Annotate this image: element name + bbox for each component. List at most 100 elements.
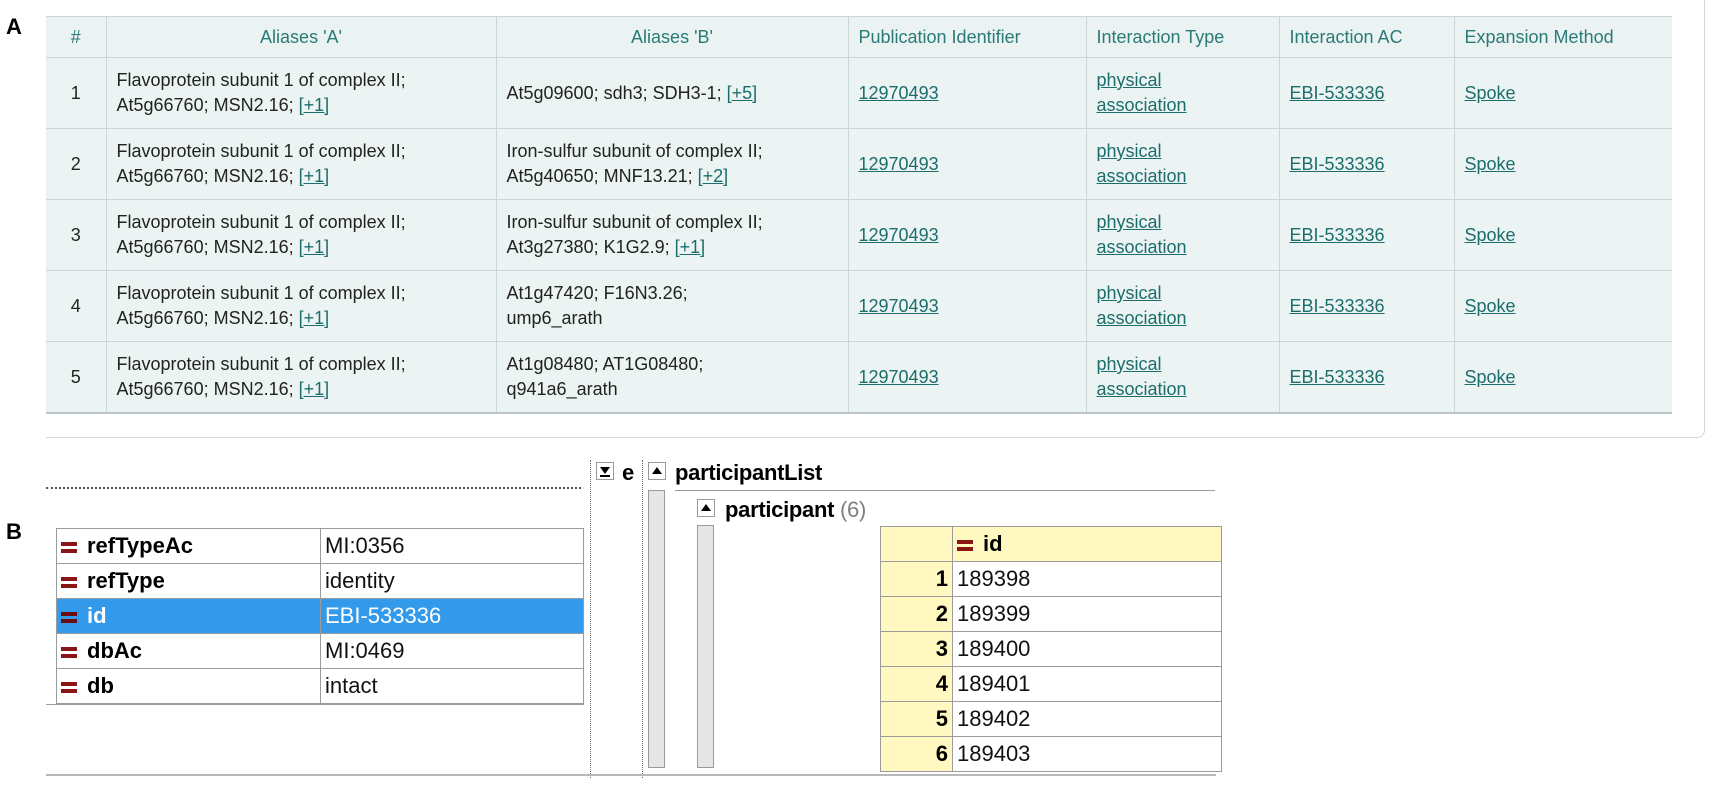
aliases-a-cell: Flavoprotein subunit 1 of complex II; At5… [106,270,497,342]
column-header-aliases-b[interactable]: Aliases 'B' [496,16,849,58]
attribute-key-cell[interactable]: dbAc [56,633,321,669]
attribute-value-cell[interactable]: EBI-533336 [320,598,584,634]
attribute-value-cell[interactable]: MI:0356 [320,528,584,564]
expansion-method-link[interactable]: Spoke [1465,154,1516,174]
participant-id-cell[interactable]: 189403 [952,736,1222,772]
column-header-interaction-ac[interactable]: Interaction AC [1279,16,1455,58]
attribute-key-cell[interactable]: id [56,598,321,634]
participant-row[interactable]: 2 189399 [880,596,1222,632]
collapsed-node-label: e [622,460,634,485]
participant-row[interactable]: 1 189398 [880,561,1222,597]
aliases-b-line2: At3g27380; K1G2.9; [506,237,670,257]
participant-id-cell[interactable]: 189402 [952,701,1222,737]
publication-identifier-link[interactable]: 12970493 [859,83,939,103]
attribute-row[interactable]: refTypeAc MI:0356 [56,528,584,564]
interaction-ac-link[interactable]: EBI-533336 [1290,296,1385,316]
aliases-a-more-link[interactable]: [+1] [299,379,330,399]
attribute-value-cell[interactable]: identity [320,563,584,599]
column-header-publication-identifier[interactable]: Publication Identifier [848,16,1087,58]
participant-list-label: participantList [675,460,823,485]
publication-identifier-link[interactable]: 12970493 [859,367,939,387]
interaction-type-link[interactable]: physical association [1097,354,1187,399]
aliases-a-more-link[interactable]: [+1] [299,308,330,328]
attribute-row[interactable]: id EBI-533336 [56,598,584,634]
attribute-key-cell[interactable]: db [56,668,321,704]
interaction-ac-link[interactable]: EBI-533336 [1290,83,1385,103]
expand-toggle-icon[interactable] [648,462,666,480]
aliases-a-line1: Flavoprotein subunit 1 of complex II; [116,141,406,161]
participant-scroll-bar[interactable] [697,525,714,768]
publication-identifier-link[interactable]: 12970493 [859,296,939,316]
id-column-header[interactable]: id [952,526,1222,562]
attribute-icon [61,646,77,658]
publication-identifier-link[interactable]: 12970493 [859,154,939,174]
participant-id-table: id 1 189398 2 189399 3 189400 4 189401 5 189402 6 1… [880,526,1222,772]
participant-list-scroll-bar[interactable] [648,490,665,768]
participant-id-cell[interactable]: 189401 [952,666,1222,702]
aliases-a-cell: Flavoprotein subunit 1 of complex II; At5… [106,341,497,414]
interaction-type-link[interactable]: physical association [1097,141,1187,186]
attribute-key-cell[interactable]: refType [56,563,321,599]
participant-row[interactable]: 6 189403 [880,736,1222,772]
participant-row[interactable]: 3 189400 [880,631,1222,667]
participant-expand-icon[interactable] [697,499,715,517]
interaction-type-line2: association [1096,237,1187,257]
attribute-icon [61,541,77,553]
interaction-type-link[interactable]: physical association [1097,212,1187,257]
attribute-key-cell[interactable]: refTypeAc [56,528,321,564]
aliases-b-more-link[interactable]: [+2] [698,166,729,186]
aliases-b-more-link[interactable]: [+1] [675,237,706,257]
participant-row-index: 1 [880,561,953,597]
aliases-a-line2: At5g66760; MSN2.16; [116,237,294,257]
publication-identifier-link[interactable]: 12970493 [859,225,939,245]
aliases-b-line2: At5g40650; MNF13.21; [506,166,693,186]
participant-row-index: 6 [880,736,953,772]
attribute-value: EBI-533336 [325,603,442,628]
aliases-b-cell: At1g47420; F16N3.26; ump6_arath [496,270,849,342]
tree-guide-line [642,460,643,778]
interaction-ac-link[interactable]: EBI-533336 [1290,367,1385,387]
aliases-b-more-link[interactable]: [+5] [727,83,758,103]
column-header-interaction-type[interactable]: Interaction Type [1086,16,1280,58]
expansion-method-cell: Spoke [1454,128,1672,200]
interaction-ac-link[interactable]: EBI-533336 [1290,225,1385,245]
aliases-a-line1: Flavoprotein subunit 1 of complex II; [116,70,406,90]
participant-id-cell[interactable]: 189398 [952,561,1222,597]
aliases-a-more-link[interactable]: [+1] [299,95,330,115]
interaction-type-link[interactable]: physical association [1097,70,1187,115]
column-header-number[interactable]: # [46,16,107,58]
aliases-a-line2: At5g66760; MSN2.16; [116,95,294,115]
expansion-method-link[interactable]: Spoke [1465,367,1516,387]
row-number: 3 [46,199,107,271]
column-header-expansion-method[interactable]: Expansion Method [1454,16,1672,58]
participant-row[interactable]: 5 189402 [880,701,1222,737]
attribute-value-cell[interactable]: intact [320,668,584,704]
collapse-toggle-icon[interactable] [596,462,614,480]
aliases-a-more-link[interactable]: [+1] [299,237,330,257]
row-index-header [880,526,953,562]
attribute-value-cell[interactable]: MI:0469 [320,633,584,669]
interaction-ac-link[interactable]: EBI-533336 [1290,154,1385,174]
interaction-type-cell: physical association [1086,341,1280,414]
aliases-b-cell: At1g08480; AT1G08480; q941a6_arath [496,341,849,414]
interaction-type-cell: physical association [1086,57,1280,129]
aliases-b-line1: At5g09600; sdh3; SDH3-1; [506,82,722,103]
interaction-type-line1: physical [1096,70,1162,90]
participant-row-index: 2 [880,596,953,632]
attribute-value: MI:0356 [325,533,405,558]
expansion-method-link[interactable]: Spoke [1465,83,1516,103]
aliases-b-line1: At1g08480; AT1G08480; [506,354,704,374]
attribute-row[interactable]: dbAc MI:0469 [56,633,584,669]
attribute-row[interactable]: db intact [56,668,584,704]
participant-id-cell[interactable]: 189399 [952,596,1222,632]
aliases-a-more-link[interactable]: [+1] [299,166,330,186]
attribute-row[interactable]: refType identity [56,563,584,599]
column-header-aliases-a[interactable]: Aliases 'A' [106,16,497,58]
participant-row[interactable]: 4 189401 [880,666,1222,702]
expansion-method-link[interactable]: Spoke [1465,296,1516,316]
aliases-b-line2: q941a6_arath [506,379,618,399]
expansion-method-link[interactable]: Spoke [1465,225,1516,245]
interaction-type-link[interactable]: physical association [1097,283,1187,328]
attribute-icon [957,539,973,551]
participant-id-cell[interactable]: 189400 [952,631,1222,667]
